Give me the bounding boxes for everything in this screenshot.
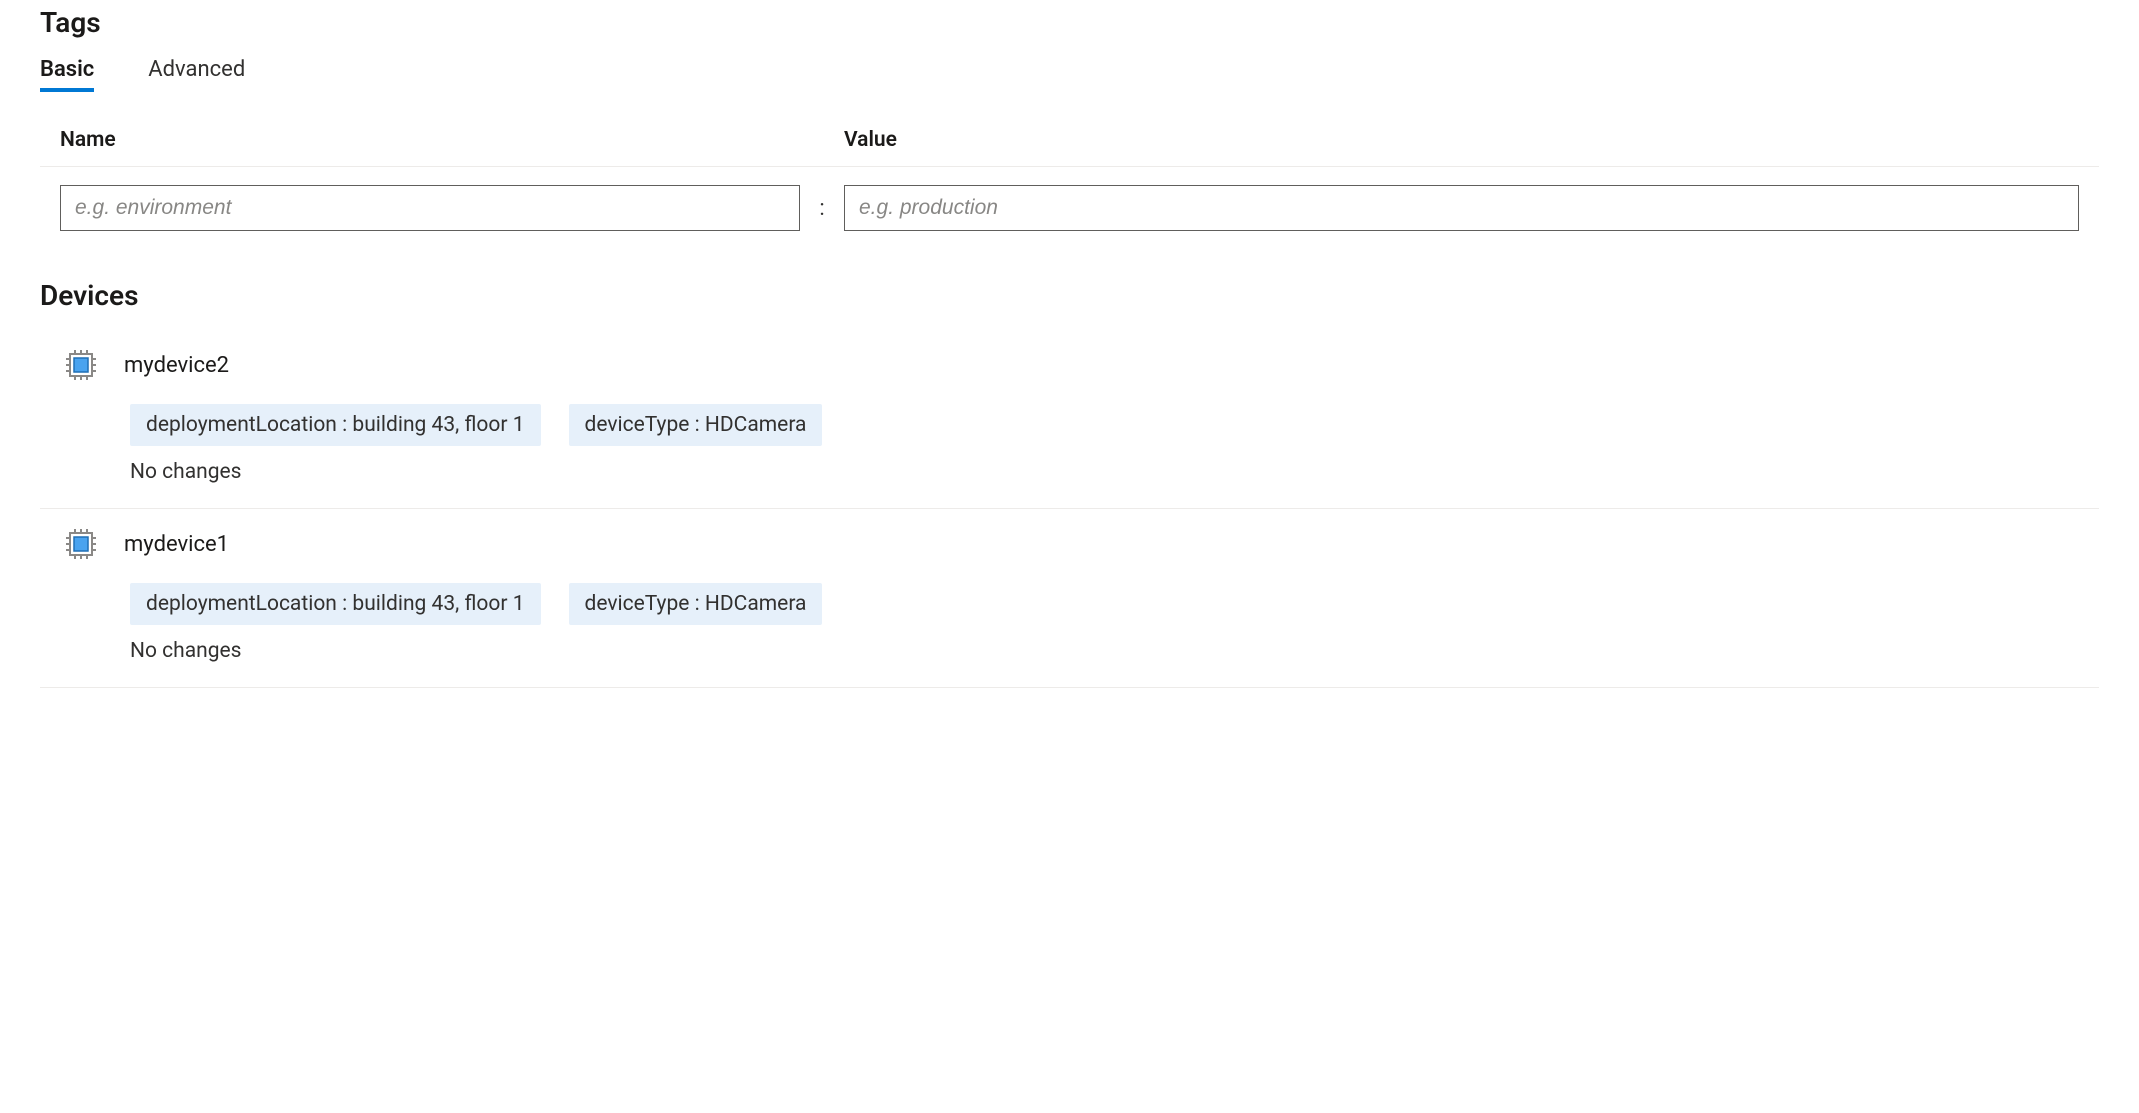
device-status: No changes — [130, 460, 2079, 484]
tags-column-name: Name — [60, 128, 800, 152]
device-name[interactable]: mydevice1 — [124, 532, 229, 557]
chip-icon — [60, 523, 102, 565]
tags-section-title: Tags — [40, 6, 2099, 39]
device-tag-pill: deploymentLocation : building 43, floor … — [130, 583, 541, 625]
tag-name-input[interactable] — [60, 185, 800, 231]
tag-separator: : — [800, 196, 844, 221]
tags-columns-header: Name Value — [40, 128, 2099, 167]
tab-basic[interactable]: Basic — [40, 57, 94, 92]
tag-value-input[interactable] — [844, 185, 2079, 231]
tags-column-value: Value — [844, 128, 2079, 152]
devices-section-title: Devices — [40, 279, 2099, 312]
tab-advanced[interactable]: Advanced — [148, 57, 245, 92]
tags-input-row: : — [40, 167, 2099, 249]
chip-icon — [60, 344, 102, 386]
tags-tabs: Basic Advanced — [40, 57, 2099, 92]
device-name[interactable]: mydevice2 — [124, 353, 229, 378]
device-status: No changes — [130, 639, 2079, 663]
device-tag-pill: deviceType : HDCamera — [569, 583, 823, 625]
device-tag-pill: deviceType : HDCamera — [569, 404, 823, 446]
device-item: mydevice1 deploymentLocation : building … — [40, 509, 2099, 688]
device-item: mydevice2 deploymentLocation : building … — [40, 330, 2099, 509]
device-tag-pill: deploymentLocation : building 43, floor … — [130, 404, 541, 446]
